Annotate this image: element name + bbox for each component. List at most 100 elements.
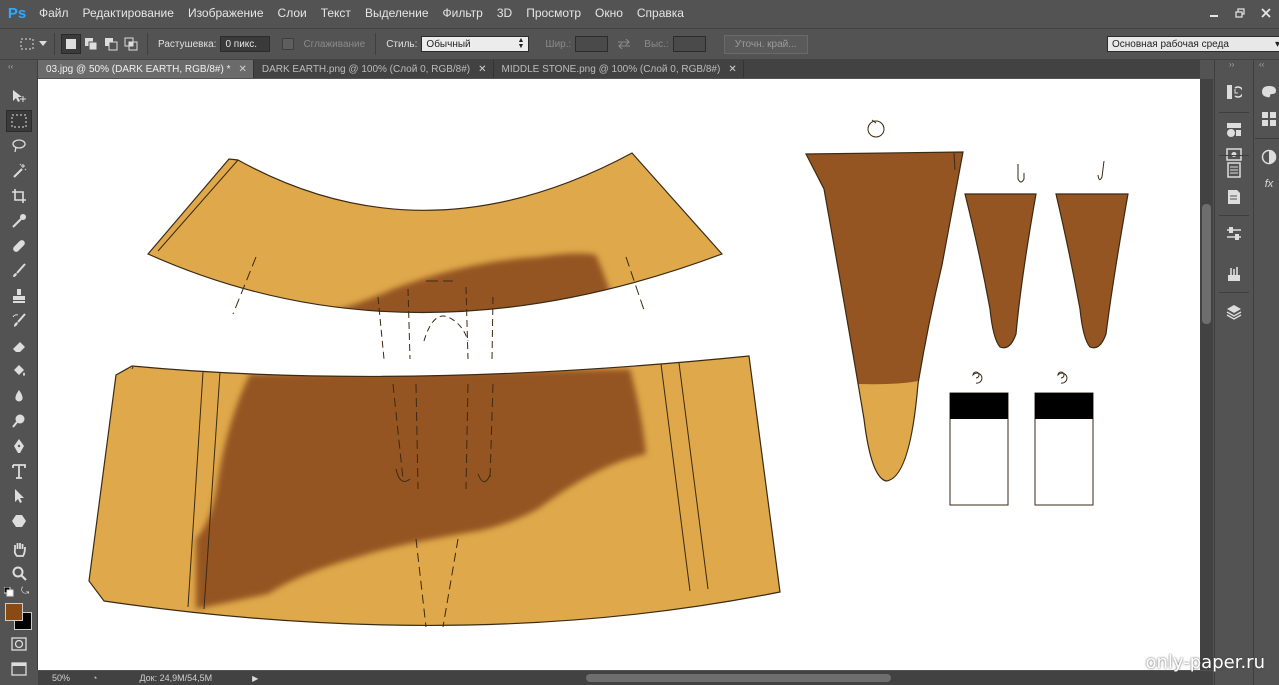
brush-icon[interactable]: [6, 260, 32, 282]
menu-help[interactable]: Справка: [630, 0, 691, 26]
menu-filter[interactable]: Фильтр: [436, 0, 490, 26]
history-panel-icon[interactable]: [1221, 81, 1247, 103]
collapse-icon[interactable]: ‹‹: [1259, 60, 1264, 69]
close-icon[interactable]: ✕: [478, 64, 486, 75]
history-brush-icon[interactable]: [6, 310, 32, 332]
channels-panel-icon[interactable]: [1256, 146, 1279, 168]
play-arrow-icon[interactable]: ▶: [252, 674, 258, 683]
menu-file[interactable]: Файл: [32, 0, 76, 26]
document-canvas[interactable]: [38, 79, 1200, 670]
divider: [1219, 155, 1249, 156]
restore-button[interactable]: [1229, 4, 1251, 22]
small-drop-piece: [1055, 160, 1129, 349]
crop-icon[interactable]: [6, 185, 32, 207]
adjustments-panel-icon[interactable]: [1221, 119, 1247, 141]
swatches-panel-icon[interactable]: [1256, 80, 1279, 102]
intersect-selection-icon[interactable]: [121, 34, 141, 54]
new-selection-icon[interactable]: [61, 34, 81, 54]
divider: [54, 33, 55, 55]
chevron-down-icon[interactable]: [38, 34, 48, 54]
divider: [1219, 292, 1249, 293]
antialias-checkbox[interactable]: [282, 38, 295, 50]
default-colors-icon[interactable]: [3, 586, 14, 600]
paint-bucket-icon[interactable]: [6, 360, 32, 382]
move-icon[interactable]: [6, 85, 32, 107]
collapse-icon[interactable]: ››: [1229, 60, 1234, 69]
tool-preset-marquee-icon[interactable]: [18, 34, 38, 54]
blur-icon[interactable]: [6, 385, 32, 407]
menu-window[interactable]: Окно: [588, 0, 630, 26]
style-value: Обычный: [426, 38, 471, 50]
dodge-icon[interactable]: [6, 410, 32, 432]
document-tabs: 03.jpg @ 50% (DARK EARTH, RGB/8#) * ✕ DA…: [38, 60, 1200, 78]
quick-mask-icon[interactable]: [6, 633, 32, 655]
strip-piece: [1034, 371, 1094, 506]
screen-mode-icon[interactable]: [6, 658, 32, 680]
path-selection-icon[interactable]: [6, 485, 32, 507]
subtract-from-selection-icon[interactable]: [101, 34, 121, 54]
tab-dark-earth[interactable]: DARK EARTH.png @ 100% (Слой 0, RGB/8#) ✕: [253, 60, 494, 78]
styles-panel-icon[interactable]: [1256, 108, 1279, 130]
style-select[interactable]: Обычный ▲ ▼: [421, 36, 530, 52]
zoom-level[interactable]: 50%: [52, 673, 92, 683]
chevron-down-icon: ▾: [1274, 38, 1279, 50]
shape-icon[interactable]: [6, 510, 32, 532]
marquee-icon[interactable]: [6, 110, 32, 132]
eraser-icon[interactable]: [6, 335, 32, 357]
close-window-button[interactable]: [1255, 4, 1277, 22]
type-icon[interactable]: [6, 460, 32, 482]
tools-panel: ‹‹ ⤿: [0, 60, 38, 676]
notes-panel-icon[interactable]: [1221, 186, 1247, 208]
collapse-icon[interactable]: ‹‹: [8, 62, 13, 71]
divider: [147, 33, 148, 55]
close-icon[interactable]: ✕: [238, 64, 246, 75]
zoom-icon[interactable]: [6, 562, 32, 584]
divider: [1255, 138, 1279, 139]
menu-view[interactable]: Просмотр: [519, 0, 588, 26]
scroll-thumb[interactable]: [1202, 204, 1211, 324]
lasso-icon[interactable]: [6, 135, 32, 157]
horizontal-scroll-thumb[interactable]: [586, 674, 891, 682]
tab-03-jpg[interactable]: 03.jpg @ 50% (DARK EARTH, RGB/8#) * ✕: [38, 60, 254, 78]
fx-panel-icon[interactable]: fx: [1256, 173, 1279, 195]
clone-stamp-icon[interactable]: [6, 285, 32, 307]
menu-type[interactable]: Текст: [314, 0, 358, 26]
layers-panel-icon[interactable]: [1221, 301, 1247, 323]
feather-label: Растушевка:: [158, 38, 217, 50]
width-label: Шир.:: [545, 38, 572, 50]
menu-3d[interactable]: 3D: [490, 0, 519, 26]
hand-icon[interactable]: [6, 538, 32, 560]
vertical-scrollbar[interactable]: [1200, 79, 1213, 670]
status-info-icon[interactable]: ◔: [92, 673, 97, 683]
eyedropper-icon[interactable]: [6, 210, 32, 232]
style-label: Стиль:: [386, 38, 418, 50]
antialias-label: Сглаживание: [303, 38, 366, 50]
swap-colors-icon[interactable]: ⤿: [21, 586, 29, 597]
properties-panel-icon[interactable]: [1221, 223, 1247, 245]
magic-wand-icon[interactable]: [6, 160, 32, 182]
tab-label: DARK EARTH.png @ 100% (Слой 0, RGB/8#): [261, 63, 471, 75]
options-bar: Растушевка: 0 пикс. Сглаживание Стиль: О…: [0, 28, 1279, 60]
width-input: [575, 36, 609, 52]
healing-brush-icon[interactable]: [6, 235, 32, 257]
pen-icon[interactable]: [6, 435, 32, 457]
tab-middle-stone[interactable]: MIDDLE STONE.png @ 100% (Слой 0, RGB/8#)…: [493, 60, 744, 78]
watermark: only-paper.ru: [1145, 652, 1266, 673]
paragraph-panel-icon[interactable]: [1221, 159, 1247, 181]
refine-edge-button: Уточн. край...: [723, 34, 808, 54]
add-to-selection-icon[interactable]: [81, 34, 101, 54]
tab-label: MIDDLE STONE.png @ 100% (Слой 0, RGB/8#): [501, 63, 721, 75]
feather-input[interactable]: 0 пикс.: [220, 36, 271, 52]
menu-image[interactable]: Изображение: [181, 0, 271, 26]
menu-select[interactable]: Выделение: [358, 0, 436, 26]
close-icon[interactable]: ✕: [728, 64, 736, 75]
small-drop-piece: [964, 164, 1037, 349]
window-controls: [1201, 0, 1279, 26]
menu-layers[interactable]: Слои: [271, 0, 314, 26]
foreground-color-swatch[interactable]: [5, 603, 23, 621]
menu-edit[interactable]: Редактирование: [76, 0, 181, 26]
brush-presets-panel-icon[interactable]: [1221, 263, 1247, 285]
workspace-select[interactable]: Основная рабочая среда ▾: [1107, 36, 1279, 52]
minimize-icon: [1210, 15, 1218, 17]
minimize-button[interactable]: [1203, 4, 1225, 22]
